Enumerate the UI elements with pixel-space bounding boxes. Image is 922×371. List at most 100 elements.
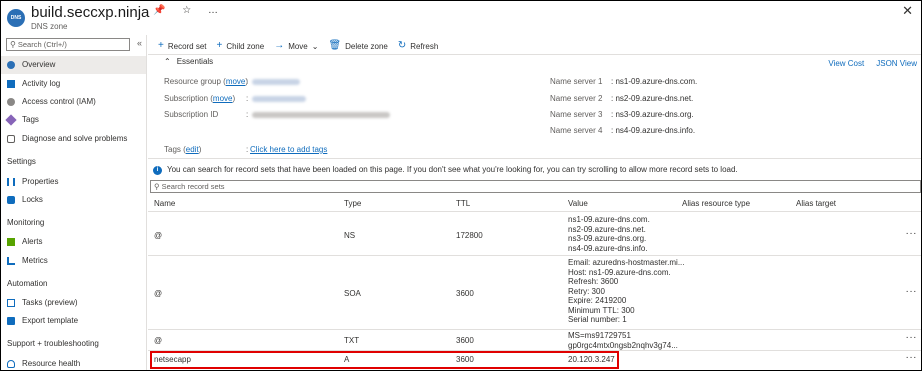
chevron-up-icon: ⌃ <box>164 57 171 66</box>
record-ttl: 3600 <box>456 336 474 345</box>
plus-icon: + <box>158 40 164 51</box>
colon: : <box>246 110 249 119</box>
record-value: ns1-09.azure-dns.com. ns2-09.azure-dns.n… <box>568 215 650 253</box>
divider <box>148 158 921 159</box>
sidebar-item-tags[interactable]: Tags <box>1 111 146 129</box>
sidebar-search-input[interactable]: ⚲ Search (Ctrl+/) <box>6 38 130 51</box>
sidebar-item-properties[interactable]: Properties <box>1 173 146 191</box>
record-name[interactable]: @ <box>154 289 162 298</box>
redacted-subscription-id <box>252 112 390 118</box>
dns-zone-icon: DNS <box>7 9 25 27</box>
redacted-subscription[interactable] <box>252 96 306 102</box>
essentials-toggle[interactable]: ⌃ Essentials <box>164 57 213 66</box>
sidebar-item-alerts[interactable]: Alerts <box>1 233 146 251</box>
record-name[interactable]: @ <box>154 231 162 240</box>
table-row[interactable]: @ SOA 3600 Email: azuredns-hostmaster.mi… <box>148 256 921 330</box>
view-cost-link[interactable]: View Cost <box>828 59 864 68</box>
sidebar-item-activity-log[interactable]: Activity log <box>1 75 146 93</box>
command-bar: + Record set + Child zone → Move ⌄ 🗑 Delete z… <box>158 39 438 53</box>
name-server-2-label: Name server 2 <box>550 94 603 103</box>
name-server-4-value: : ns4-09.azure-dns.info. <box>611 126 696 135</box>
colon: : <box>246 145 249 154</box>
redacted-resource-group[interactable] <box>252 79 300 85</box>
metrics-icon <box>7 257 15 265</box>
dns-icon <box>7 61 15 69</box>
tag-icon <box>5 114 17 126</box>
add-child-zone-button[interactable]: + Child zone <box>217 41 265 51</box>
section-settings: Settings <box>7 157 36 166</box>
portal-window: DNS build.seccxp.ninja DNS zone 📌 ☆ … ✕ … <box>0 0 922 371</box>
name-server-3-label: Name server 3 <box>550 110 603 119</box>
search-icon: ⚲ <box>154 182 160 191</box>
add-tags-link[interactable]: Click here to add tags <box>250 145 327 154</box>
sidebar-item-locks[interactable]: Locks <box>1 191 146 209</box>
table-row[interactable]: @ NS 172800 ns1-09.azure-dns.com. ns2-09… <box>148 212 921 256</box>
close-icon[interactable]: ✕ <box>902 3 913 19</box>
sidebar-item-diagnose[interactable]: Diagnose and solve problems <box>1 130 146 148</box>
name-server-3-value: : ns3-09.azure-dns.org. <box>611 110 694 119</box>
more-options-icon[interactable]: ··· <box>906 228 918 239</box>
sidebar-item-export-template[interactable]: Export template <box>1 312 146 330</box>
colon: : <box>246 77 249 86</box>
more-options-icon[interactable]: ··· <box>906 352 918 363</box>
column-header-type[interactable]: Type <box>344 199 361 208</box>
essentials-links: View Cost JSON View <box>816 59 917 68</box>
edit-tags-link[interactable]: edit <box>186 145 199 154</box>
name-server-1-label: Name server 1 <box>550 77 603 86</box>
record-value: Email: azuredns-hostmaster.mi... Host: n… <box>568 258 685 324</box>
section-monitoring: Monitoring <box>7 218 45 227</box>
activity-log-icon <box>7 80 15 88</box>
section-support: Support + troubleshooting <box>7 339 99 348</box>
more-options-icon[interactable]: ··· <box>906 286 918 297</box>
record-type: TXT <box>344 336 360 345</box>
sidebar-item-resource-health[interactable]: Resource health <box>1 355 146 370</box>
plus-icon: + <box>216 40 223 51</box>
alerts-icon <box>7 238 15 246</box>
tasks-icon <box>7 299 15 307</box>
subscription-id-label: Subscription ID <box>164 110 219 119</box>
column-header-name[interactable]: Name <box>154 199 175 208</box>
sidebar: ⚲ Search (Ctrl+/) « Overview Activity log… <box>1 35 147 370</box>
tags-label: Tags (edit) <box>164 145 202 154</box>
record-type: SOA <box>344 289 361 298</box>
arrow-right-icon: → <box>274 40 285 51</box>
name-server-2-value: : ns2-09.azure-dns.net. <box>611 94 694 103</box>
sidebar-item-overview[interactable]: Overview <box>1 56 146 74</box>
more-options-icon[interactable]: ··· <box>906 332 918 343</box>
refresh-icon: ↻ <box>397 40 407 51</box>
collapse-sidebar-icon[interactable]: « <box>137 38 142 48</box>
move-resource-group-link[interactable]: move <box>226 77 246 86</box>
sidebar-item-access-control[interactable]: Access control (IAM) <box>1 93 146 111</box>
column-header-alias-target[interactable]: Alias target <box>796 199 836 208</box>
sidebar-item-tasks[interactable]: Tasks (preview) <box>1 294 146 312</box>
column-header-value[interactable]: Value <box>568 199 588 208</box>
info-icon: i <box>153 166 162 175</box>
record-set-search-input[interactable]: ⚲ Search record sets <box>150 180 921 193</box>
wrench-icon <box>7 135 15 143</box>
info-banner: i You can search for record sets that hav… <box>150 163 921 177</box>
move-subscription-link[interactable]: move <box>213 94 233 103</box>
pin-favorite-more-icons[interactable]: 📌 ☆ … <box>153 5 225 16</box>
main-content: + Record set + Child zone → Move ⌄ 🗑 Delete z… <box>148 35 921 370</box>
column-header-ttl[interactable]: TTL <box>456 199 470 208</box>
refresh-button[interactable]: ↻ Refresh <box>398 41 438 51</box>
record-type: NS <box>344 231 356 240</box>
divider <box>148 54 921 55</box>
move-button[interactable]: → Move ⌄ <box>274 41 318 51</box>
resource-subtitle: DNS zone <box>31 22 68 31</box>
json-view-link[interactable]: JSON View <box>876 59 917 68</box>
record-name[interactable]: @ <box>154 336 162 345</box>
search-icon: ⚲ <box>10 40 16 49</box>
column-header-alias-type[interactable]: Alias resource type <box>682 199 750 208</box>
add-record-set-button[interactable]: + Record set <box>158 41 207 51</box>
resource-title: build.seccxp.ninja <box>31 4 150 21</box>
name-server-4-label: Name server 4 <box>550 126 603 135</box>
table-row[interactable]: @ TXT 3600 MS=ms91729751 gp0rgc4mtx0ngsb… <box>148 330 921 351</box>
subscription-label: Subscription (move) <box>164 94 236 103</box>
lock-icon <box>7 196 15 204</box>
sidebar-item-metrics[interactable]: Metrics <box>1 252 146 270</box>
record-value: MS=ms91729751 gp0rgc4mtx0ngsb2nqhv3g74..… <box>568 331 678 350</box>
section-automation: Automation <box>7 279 48 288</box>
record-ttl: 3600 <box>456 289 474 298</box>
delete-zone-button[interactable]: 🗑 Delete zone <box>328 41 387 51</box>
